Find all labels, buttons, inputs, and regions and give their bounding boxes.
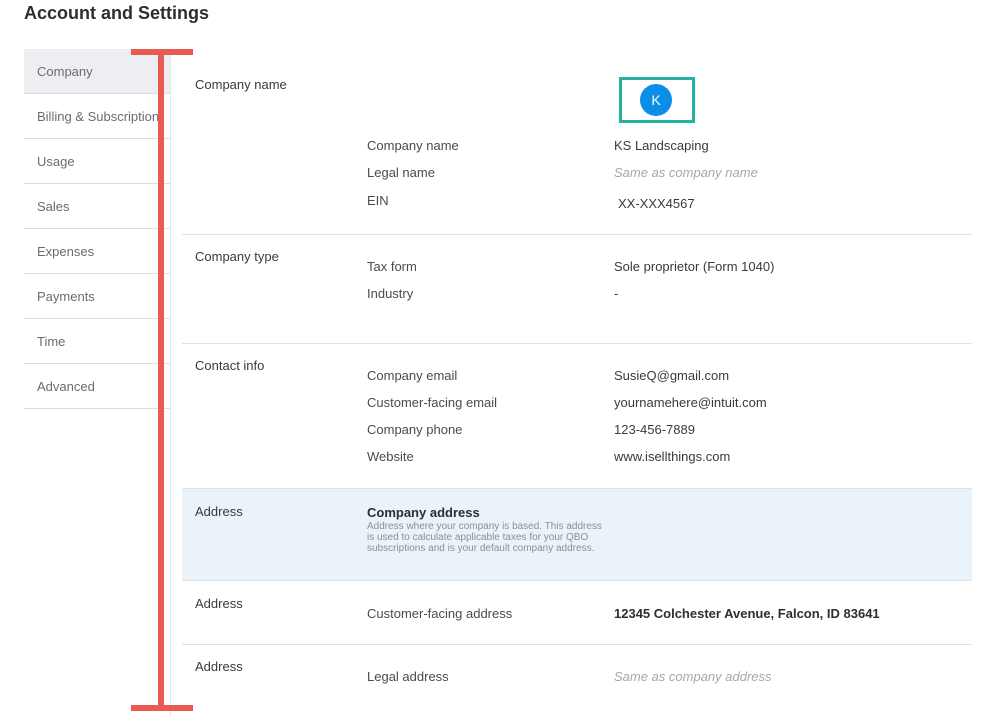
annotation-bracket-bottom	[131, 705, 193, 711]
legal-name-value: Same as company name	[614, 165, 758, 180]
section-title: Address	[195, 596, 243, 611]
section-title: Contact info	[195, 358, 265, 373]
settings-content: Company name K Company name KS Landscapi…	[182, 49, 972, 716]
sidebar-item-sales[interactable]: Sales	[24, 184, 170, 229]
section-title: Company type	[195, 249, 279, 264]
website-label: Website	[367, 449, 414, 464]
avatar-highlight: K	[619, 77, 695, 123]
section-title: Address	[195, 659, 243, 674]
legal-address-value: Same as company address	[614, 669, 772, 684]
ein-label: EIN	[367, 193, 389, 208]
legal-address-section[interactable]: Address Legal address Same as company ad…	[182, 645, 972, 716]
company-avatar[interactable]: K	[640, 84, 672, 116]
company-name-section[interactable]: Company name K Company name KS Landscapi…	[182, 49, 972, 235]
tax-form-label: Tax form	[367, 259, 417, 274]
company-type-section[interactable]: Company type Tax form Sole proprietor (F…	[182, 235, 972, 344]
sidebar-item-payments[interactable]: Payments	[24, 274, 170, 319]
company-phone-value: 123-456-7889	[614, 422, 695, 437]
sidebar-item-billing[interactable]: Billing & Subscription	[24, 94, 170, 139]
sidebar-item-expenses[interactable]: Expenses	[24, 229, 170, 274]
section-title: Company name	[195, 77, 287, 92]
sidebar-item-time[interactable]: Time	[24, 319, 170, 364]
website-value: www.isellthings.com	[614, 449, 731, 464]
company-address-description: Address where your company is based. Thi…	[367, 521, 602, 554]
settings-sidebar: Company Billing & Subscription Usage Sal…	[24, 49, 171, 716]
customer-address-label: Customer-facing address	[367, 606, 513, 621]
sidebar-item-company[interactable]: Company	[24, 49, 170, 94]
company-address-section[interactable]: Address Company address Address where yo…	[182, 489, 972, 581]
annotation-bracket-line	[158, 54, 164, 708]
contact-info-section[interactable]: Contact info Company email SusieQ@gmail.…	[182, 344, 972, 489]
customer-address-value: 12345 Colchester Avenue, Falcon, ID 8364…	[614, 606, 880, 621]
company-name-value: KS Landscaping	[614, 138, 709, 153]
company-email-label: Company email	[367, 368, 458, 383]
sidebar-item-advanced[interactable]: Advanced	[24, 364, 170, 409]
industry-value: -	[614, 286, 619, 301]
company-address-heading: Company address	[367, 505, 480, 520]
tax-form-value: Sole proprietor (Form 1040)	[614, 259, 775, 274]
sidebar-item-usage[interactable]: Usage	[24, 139, 170, 184]
customer-email-label: Customer-facing email	[367, 395, 498, 410]
company-email-value: SusieQ@gmail.com	[614, 368, 730, 383]
section-title: Address	[195, 504, 243, 519]
customer-address-section[interactable]: Address Customer-facing address 12345 Co…	[182, 581, 972, 645]
company-phone-label: Company phone	[367, 422, 463, 437]
legal-address-label: Legal address	[367, 669, 449, 684]
page-title: Account and Settings	[24, 3, 210, 23]
ein-value: XX-XXX4567	[618, 196, 695, 211]
legal-name-label: Legal name	[367, 165, 435, 180]
industry-label: Industry	[367, 286, 414, 301]
customer-email-value: yournamehere@intuit.com	[614, 395, 767, 410]
company-name-label: Company name	[367, 138, 459, 153]
